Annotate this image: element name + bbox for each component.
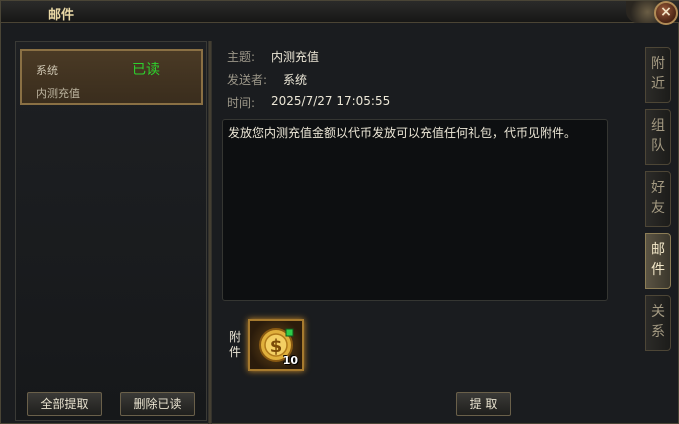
- svg-text:$: $: [270, 336, 283, 357]
- mail-list-panel: 系统 已读 内测充值: [15, 41, 207, 421]
- titlebar: 邮件 ×: [1, 1, 679, 25]
- tab-relations[interactable]: 关系: [645, 295, 671, 351]
- sender-label: 发送者:: [227, 73, 268, 87]
- close-button[interactable]: ×: [654, 1, 678, 25]
- tab-friends[interactable]: 好友: [645, 171, 671, 227]
- subject-value: 内测充值: [271, 50, 320, 64]
- tab-mail[interactable]: 邮件: [645, 233, 671, 289]
- mail-list-item[interactable]: 系统 已读 内测充值: [20, 49, 203, 105]
- time-label: 时间:: [227, 96, 256, 110]
- mail-item-status: 已读: [132, 62, 160, 78]
- attachment-count: 10: [282, 354, 298, 367]
- time-value: 2025/7/27 17:05:55: [271, 94, 391, 108]
- mail-item-subject: 内测充值: [36, 87, 80, 100]
- window-title: 邮件: [48, 8, 75, 23]
- tab-nearby-label: 附近: [651, 56, 665, 92]
- tab-mail-label: 邮件: [651, 242, 665, 278]
- tab-relations-label: 关系: [651, 304, 665, 340]
- tab-friends-label: 好友: [651, 180, 665, 216]
- mail-body-box: 发放您内测充值金额以代币发放可以充值任何礼包，代币见附件。: [222, 119, 608, 301]
- side-tabs: 附近 组队 好友 邮件 关系: [645, 47, 673, 351]
- claim-all-button[interactable]: 全部提取: [27, 392, 102, 416]
- mail-item-sender: 系统: [36, 64, 58, 77]
- tab-team[interactable]: 组队: [645, 109, 671, 165]
- mail-body-text: 发放您内测充值金额以代币发放可以充值任何礼包，代币见附件。: [228, 126, 577, 140]
- attachment-slot[interactable]: $ 10: [248, 319, 304, 371]
- panel-divider: [208, 41, 212, 424]
- delete-read-button[interactable]: 删除已读: [120, 392, 195, 416]
- claim-button[interactable]: 提 取: [456, 392, 511, 416]
- attachment-label: 附件: [229, 330, 242, 359]
- subject-label: 主题:: [227, 50, 256, 64]
- mail-window: 邮件 × 系统 已读 内测充值 全部提取 删除已读 主题: 内测充值 发送者: …: [0, 0, 679, 424]
- tab-nearby[interactable]: 附近: [645, 47, 671, 103]
- sender-value: 系统: [283, 73, 308, 87]
- tab-team-label: 组队: [651, 118, 665, 154]
